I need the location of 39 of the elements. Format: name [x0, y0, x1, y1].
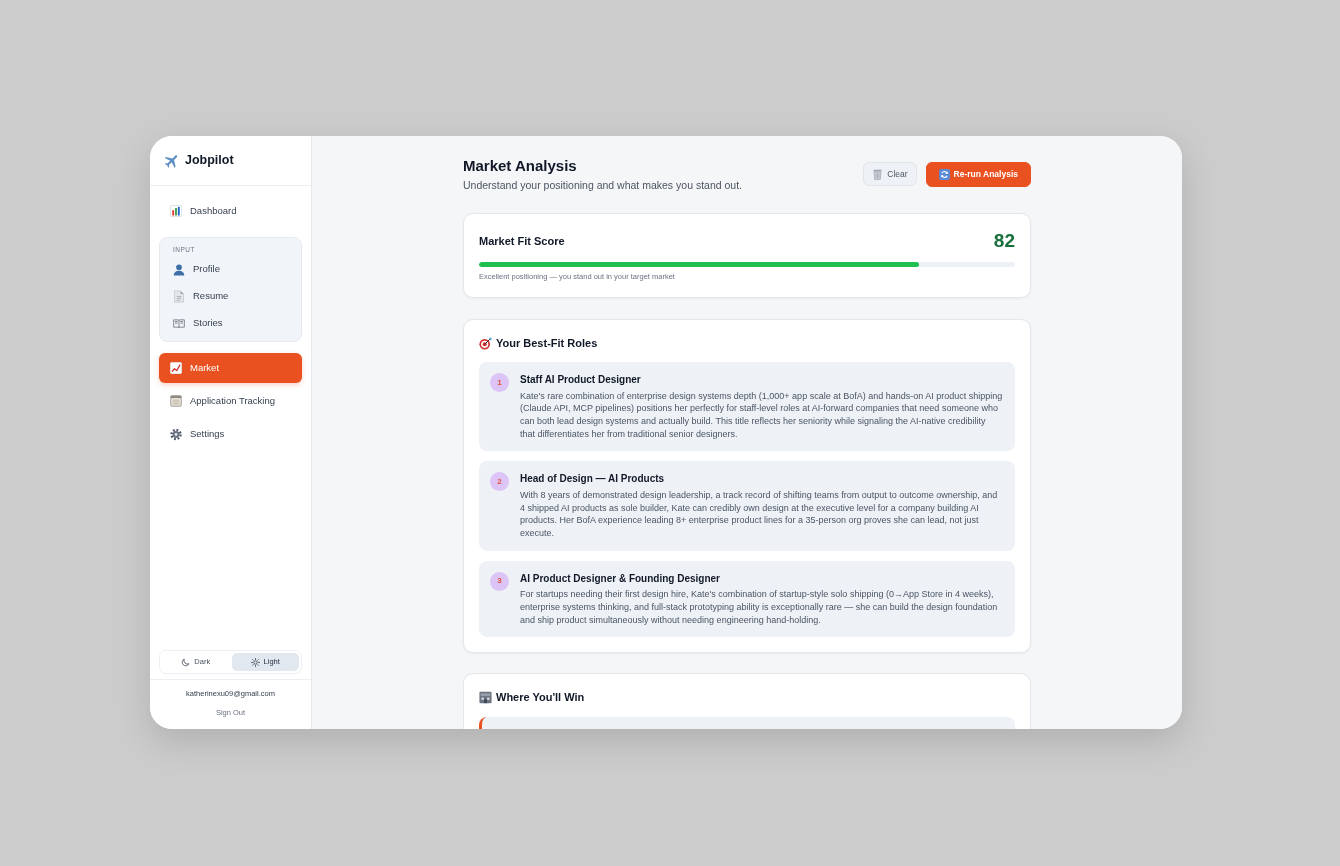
rerun-button[interactable]: Re-run Analysis: [925, 162, 1031, 187]
sun-icon: [250, 657, 260, 667]
role-description: For startups needing their first design hire, Kate's combination of startup-style solo shipping (0→App Store in 4 weeks), enterprise systems thinking, and full-stack prototyping ability is exceptionally rare — she can build the design foundation and ship product simultaneously without needing engineering hand-holding.: [520, 588, 999, 627]
rank-badge: 2: [490, 472, 509, 492]
role-title: Head of Design — AI Products: [520, 472, 666, 487]
section-title: Where You'll Win: [496, 690, 585, 705]
nav-item[interactable]: Stories: [160, 310, 301, 337]
bar-chart-icon: [170, 205, 182, 217]
nav-item[interactable]: Dashboard: [159, 196, 302, 226]
target-icon: [479, 336, 492, 350]
nav-item[interactable]: Market: [159, 353, 302, 383]
notepad-icon: [170, 395, 182, 407]
section-title: Your Best-Fit Roles: [496, 335, 598, 351]
document-icon: [173, 290, 185, 303]
score-value: 82: [993, 228, 1015, 253]
role-title: Staff AI Product Designer: [520, 373, 642, 387]
nav-item[interactable]: Application Tracking: [159, 386, 302, 416]
rank-badge: 1: [490, 373, 509, 392]
moon-icon: [181, 657, 191, 667]
airplane-icon: [164, 152, 180, 169]
building-icon: [479, 690, 492, 704]
page-subtitle: Understand your positioning and what makes you stand out.: [463, 178, 742, 192]
nav-item[interactable]: Resume: [160, 283, 301, 310]
book-icon: [173, 318, 185, 329]
clear-button[interactable]: Clear: [863, 162, 917, 186]
page-title: Market Analysis: [463, 157, 578, 175]
refresh-icon: [938, 169, 950, 180]
person-icon: [173, 263, 185, 276]
role-description: With 8 years of demonstrated design leadership, a track record of shifting teams from output to outcome ownership, and 4 shipped AI products as sole builder, Kate can credibly own design at the executive level for a company building AI products. Her BofA experience leading 8+ enterprise product lines for a 35-person org proves she can lead, not just execute.: [520, 488, 999, 540]
score-title: Market Fit Score: [479, 233, 565, 249]
nav-item[interactable]: Settings: [159, 419, 302, 449]
settings-icon: [170, 427, 182, 441]
line-chart-icon: [170, 362, 182, 374]
nav-item[interactable]: Profile: [160, 256, 301, 283]
app-name: Jobpilot: [185, 152, 234, 170]
role-description: Kate's rare combination of enterprise design systems depth (1,000+ app scale at BofA) and hands-on AI product shipping (Claude API, MCP pipelines) positions her perfectly for staff-level roles at AI-forward companies that need someone who can both lead design systems and actually build. This title reflects her seniority while signaling the AI-native credibility that differentiates her from traditional senior designers.: [520, 389, 1003, 441]
trash-icon: [872, 168, 884, 180]
rank-badge: 3: [490, 571, 509, 591]
role-title: AI Product Designer & Founding Designer: [520, 571, 721, 586]
